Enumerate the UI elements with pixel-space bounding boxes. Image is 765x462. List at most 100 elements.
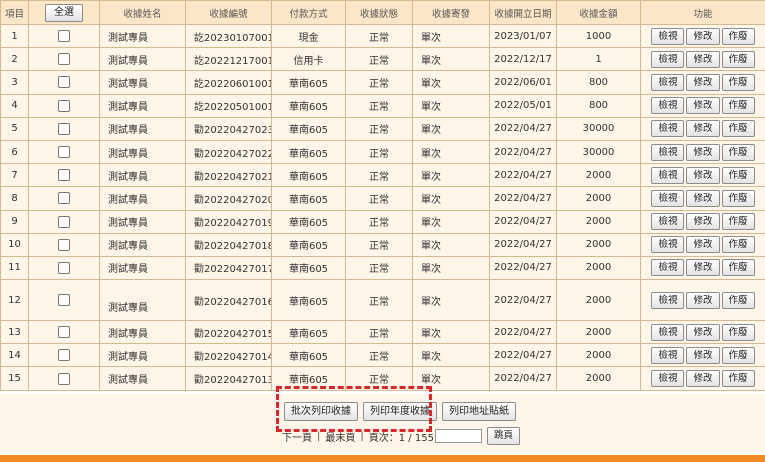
edit-button[interactable]: 修改 xyxy=(686,189,720,207)
goto-page-button[interactable]: 跳頁 xyxy=(486,427,520,445)
view-button[interactable]: 檢視 xyxy=(651,143,685,161)
table-row: 11 測試專員 勸20220427017 華南605 正常 單次 2022/04/27 200… xyxy=(0,255,765,281)
row-amount: 2000 xyxy=(556,232,641,257)
view-button[interactable]: 檢視 xyxy=(651,120,685,138)
header-item: 項目 xyxy=(0,0,29,25)
row-date: 2022/06/01 xyxy=(489,70,557,95)
void-button[interactable]: 作廢 xyxy=(721,370,755,388)
view-button[interactable]: 檢視 xyxy=(651,73,685,91)
row-payment: 華南605 xyxy=(271,186,346,211)
edit-button[interactable]: 修改 xyxy=(686,143,720,161)
void-button[interactable]: 作廢 xyxy=(721,213,755,231)
row-select-cell xyxy=(28,163,100,188)
address-label-print-button[interactable]: 列印地址貼紙 xyxy=(442,402,516,421)
view-button[interactable]: 檢視 xyxy=(651,291,685,309)
void-button[interactable]: 作廢 xyxy=(721,291,755,309)
void-button[interactable]: 作廢 xyxy=(721,323,755,341)
row-date: 2022/04/27 xyxy=(489,116,557,141)
view-button[interactable]: 檢視 xyxy=(651,50,685,68)
row-item: 13 xyxy=(0,320,29,345)
row-status: 正常 xyxy=(345,186,413,211)
row-status: 正常 xyxy=(345,255,413,281)
row-actions: 檢視 修改 作廢 xyxy=(640,93,765,118)
void-button[interactable]: 作廢 xyxy=(721,166,755,184)
row-status: 正常 xyxy=(345,320,413,345)
row-number: 勸20220427015 xyxy=(185,320,272,345)
row-checkbox[interactable] xyxy=(58,261,70,274)
void-button[interactable]: 作廢 xyxy=(721,143,755,161)
edit-button[interactable]: 修改 xyxy=(686,346,720,364)
void-button[interactable]: 作廢 xyxy=(721,259,755,277)
row-checkbox[interactable] xyxy=(58,122,70,135)
edit-button[interactable]: 修改 xyxy=(686,213,720,231)
row-amount: 800 xyxy=(556,93,641,118)
row-checkbox[interactable] xyxy=(58,215,70,228)
row-checkbox[interactable] xyxy=(58,30,70,43)
row-checkbox[interactable] xyxy=(58,192,70,205)
void-button[interactable]: 作廢 xyxy=(721,189,755,207)
row-select-cell xyxy=(28,47,100,72)
view-button[interactable]: 檢視 xyxy=(651,346,685,364)
void-button[interactable]: 作廢 xyxy=(721,346,755,364)
view-button[interactable]: 檢視 xyxy=(651,189,685,207)
edit-button[interactable]: 修改 xyxy=(686,73,720,91)
row-checkbox[interactable] xyxy=(58,76,70,89)
row-status: 正常 xyxy=(345,47,413,72)
table-header-row: 項目 全選 收據姓名 收據編號 付款方式 收據狀態 收據寄發 收據開立日期 收據… xyxy=(0,0,765,25)
row-sending: 單次 xyxy=(412,209,490,234)
edit-button[interactable]: 修改 xyxy=(686,27,720,45)
row-checkbox[interactable] xyxy=(58,372,70,385)
row-select-cell xyxy=(28,209,100,234)
row-checkbox[interactable] xyxy=(58,349,70,362)
row-actions: 檢視 修改 作廢 xyxy=(640,343,765,368)
row-checkbox[interactable] xyxy=(58,99,70,112)
edit-button[interactable]: 修改 xyxy=(686,50,720,68)
row-checkbox[interactable] xyxy=(58,53,70,66)
edit-button[interactable]: 修改 xyxy=(686,166,720,184)
view-button[interactable]: 檢視 xyxy=(651,259,685,277)
void-button[interactable]: 作廢 xyxy=(721,73,755,91)
row-name: 測試專員 xyxy=(99,139,186,165)
row-checkbox[interactable] xyxy=(58,146,70,159)
row-sending: 單次 xyxy=(412,343,490,368)
view-button[interactable]: 檢視 xyxy=(651,97,685,115)
batch-print-button[interactable]: 批次列印收據 xyxy=(284,402,358,421)
goto-page-input[interactable] xyxy=(434,429,482,443)
row-checkbox[interactable] xyxy=(58,294,70,307)
void-button[interactable]: 作廢 xyxy=(721,236,755,254)
void-button[interactable]: 作廢 xyxy=(721,97,755,115)
header-date: 收據開立日期 xyxy=(489,0,557,25)
row-item: 7 xyxy=(0,163,29,188)
edit-button[interactable]: 修改 xyxy=(686,370,720,388)
row-checkbox[interactable] xyxy=(58,326,70,339)
edit-button[interactable]: 修改 xyxy=(686,97,720,115)
row-amount: 30000 xyxy=(556,116,641,141)
select-all-button[interactable]: 全選 xyxy=(45,3,83,22)
row-item: 6 xyxy=(0,139,29,165)
edit-button[interactable]: 修改 xyxy=(686,236,720,254)
row-checkbox[interactable] xyxy=(58,169,70,182)
view-button[interactable]: 檢視 xyxy=(651,236,685,254)
row-sending: 單次 xyxy=(412,93,490,118)
edit-button[interactable]: 修改 xyxy=(686,291,720,309)
table-row: 6 測試專員 勸20220427022 華南605 正常 單次 2022/04/27 3000… xyxy=(0,139,765,165)
void-button[interactable]: 作廢 xyxy=(721,120,755,138)
view-button[interactable]: 檢視 xyxy=(651,213,685,231)
view-button[interactable]: 檢視 xyxy=(651,166,685,184)
view-button[interactable]: 檢視 xyxy=(651,323,685,341)
void-button[interactable]: 作廢 xyxy=(721,27,755,45)
view-button[interactable]: 檢視 xyxy=(651,370,685,388)
view-button[interactable]: 檢視 xyxy=(651,27,685,45)
row-checkbox[interactable] xyxy=(58,238,70,251)
row-name: 測試專員 xyxy=(99,209,186,234)
annual-print-button[interactable]: 列印年度收據 xyxy=(363,402,437,421)
edit-button[interactable]: 修改 xyxy=(686,259,720,277)
row-payment: 華南605 xyxy=(271,93,346,118)
row-name: 測試專員 xyxy=(99,163,186,188)
next-page-link[interactable]: 下一頁 xyxy=(282,429,312,444)
void-button[interactable]: 作廢 xyxy=(721,50,755,68)
edit-button[interactable]: 修改 xyxy=(686,120,720,138)
edit-button[interactable]: 修改 xyxy=(686,323,720,341)
last-page-link[interactable]: 最末頁 xyxy=(325,429,355,444)
row-sending: 單次 xyxy=(412,320,490,345)
